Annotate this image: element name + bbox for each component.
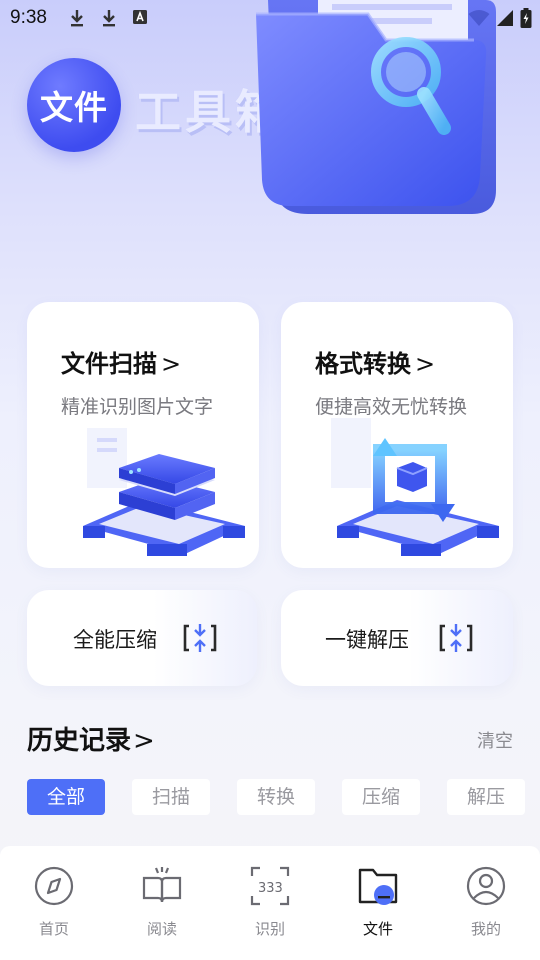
compress-card[interactable]: 全能压缩 — [27, 590, 257, 686]
svg-text:333: 333 — [258, 881, 283, 896]
file-scan-card[interactable]: 文件扫描 > 精准识别图片文字 — [27, 302, 259, 568]
format-convert-title: 格式转换 > — [315, 350, 436, 378]
filter-tab-all[interactable]: 全部 — [27, 779, 105, 815]
clear-history-button[interactable]: 清空 — [477, 727, 513, 753]
nav-label-read: 阅读 — [146, 920, 177, 938]
filter-tab-scan[interactable]: 扫描 — [132, 779, 210, 815]
user-icon — [466, 866, 506, 906]
download-icon — [103, 10, 115, 27]
compress-icon — [183, 624, 217, 652]
scan-recognize-icon: 333 — [250, 866, 290, 906]
nav-item-recognize[interactable]: 333 识别 — [216, 846, 324, 960]
download-icon — [71, 10, 83, 27]
scanner-illustration — [83, 428, 245, 556]
nav-label-profile: 我的 — [470, 920, 501, 938]
brand-badge: 文件 — [27, 58, 121, 152]
nav-item-home[interactable]: 首页 — [0, 846, 108, 960]
folder-icon — [358, 868, 398, 905]
history-title[interactable]: 历史记录> — [27, 720, 155, 757]
filter-tab-compress[interactable]: 压缩 — [342, 779, 420, 815]
nav-label-files: 文件 — [362, 920, 393, 938]
history-filter-tabs: 全部 扫描 转换 压缩 解压 — [27, 779, 527, 815]
folder-magnifier-illustration — [256, 0, 496, 214]
convert-illustration — [331, 418, 499, 556]
file-scan-title: 文件扫描 > — [61, 350, 182, 378]
chevron-right-icon: > — [415, 350, 436, 378]
nav-label-recognize: 识别 — [254, 920, 285, 938]
format-convert-card[interactable]: 格式转换 > 便捷高效无忧转换 — [281, 302, 513, 568]
nav-item-files[interactable]: 文件 — [324, 846, 432, 960]
nav-item-profile[interactable]: 我的 — [432, 846, 540, 960]
chevron-right-icon: > — [161, 350, 182, 378]
chevron-right-icon: > — [133, 726, 155, 756]
decompress-card[interactable]: 一键解压 — [281, 590, 513, 686]
compass-icon — [34, 866, 74, 906]
filter-tab-decompress[interactable]: 解压 — [447, 779, 525, 815]
nav-label-home: 首页 — [38, 920, 69, 938]
status-notifications — [68, 8, 148, 28]
filter-tab-convert[interactable]: 转换 — [237, 779, 315, 815]
keyboard-a-icon — [133, 10, 147, 24]
bottom-navigation: 首页 阅读 333 识别 文件 我的 — [0, 846, 540, 960]
decompress-icon — [439, 624, 473, 652]
battery-charging-icon — [520, 8, 532, 28]
open-book-icon — [142, 867, 182, 903]
nav-item-read[interactable]: 阅读 — [108, 846, 216, 960]
compress-label: 全能压缩 — [73, 628, 157, 652]
decompress-label: 一键解压 — [325, 628, 409, 652]
status-time: 9:38 — [10, 7, 47, 28]
